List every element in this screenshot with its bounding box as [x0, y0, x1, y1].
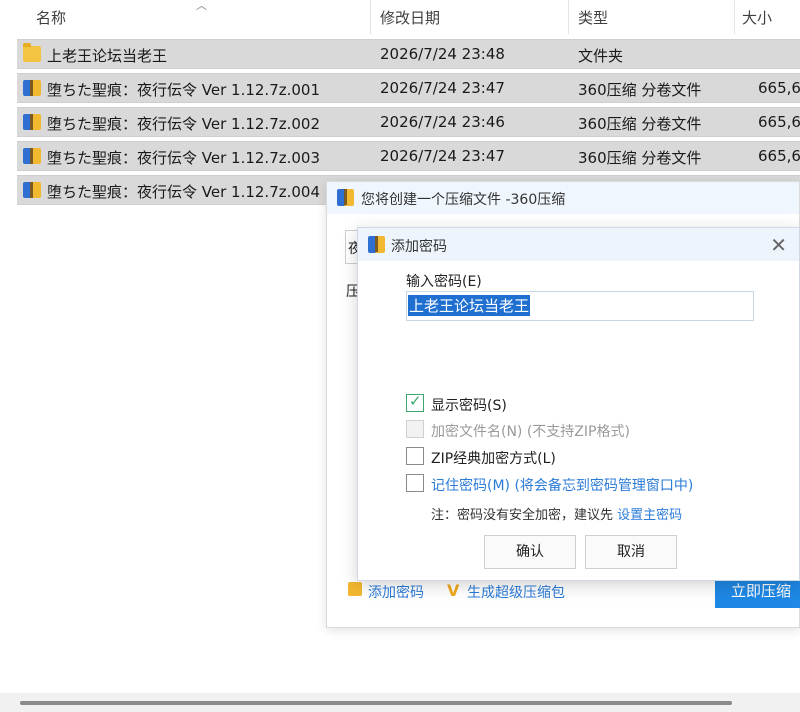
column-header-name[interactable]: 名称: [36, 7, 66, 28]
zip-classic-checkbox[interactable]: [406, 447, 424, 465]
security-note: 注：密码没有安全加密，建议先 设置主密码: [431, 504, 682, 523]
file-row[interactable]: 堕ちた聖痕：夜行伝令 Ver 1.12.7z.002 2026/7/24 23:…: [17, 107, 800, 137]
file-type: 360压缩 分卷文件: [578, 115, 702, 133]
close-icon[interactable]: ✕: [770, 233, 787, 257]
show-password-label[interactable]: 显示密码(S): [431, 395, 507, 415]
folder-icon: [23, 43, 41, 62]
file-row[interactable]: 堕ちた聖痕：夜行伝令 Ver 1.12.7z.003 2026/7/24 23:…: [17, 141, 800, 171]
360zip-logo-icon: [337, 189, 354, 206]
column-header-type[interactable]: 类型: [578, 7, 608, 28]
show-password-checkbox[interactable]: [406, 392, 424, 412]
file-name: 堕ちた聖痕：夜行伝令 Ver 1.12.7z.003: [47, 149, 321, 167]
password-input[interactable]: 上老王论坛当老王: [406, 291, 754, 321]
dialog-title: 添加密码: [391, 239, 447, 255]
encrypt-filenames-label: 加密文件名(N) (不支持ZIP格式): [431, 424, 630, 440]
sort-ascending-icon: ︿: [196, 0, 207, 12]
file-row[interactable]: 上老王论坛当老王 2026/7/24 23:48 文件夹: [17, 39, 800, 69]
archive-icon: [23, 80, 41, 96]
file-modified: 2026/7/24 23:46: [380, 113, 505, 131]
file-type: 文件夹: [578, 47, 624, 65]
file-modified: 2026/7/24 23:47: [380, 147, 505, 165]
add-password-link[interactable]: 添加密码: [368, 582, 424, 602]
file-type: 360压缩 分卷文件: [578, 149, 702, 167]
column-header-modified[interactable]: 修改日期: [380, 7, 440, 28]
column-header-size[interactable]: 大小: [742, 7, 772, 28]
remember-password-checkbox[interactable]: [406, 474, 424, 492]
file-size: 665,60: [758, 147, 800, 165]
file-modified: 2026/7/24 23:48: [380, 45, 505, 63]
security-note-text: 注：密码没有安全加密，建议先: [431, 508, 614, 523]
file-name: 上老王论坛当老王: [47, 47, 168, 65]
file-name: 堕ちた聖痕：夜行伝令 Ver 1.12.7z.004: [47, 183, 321, 201]
scrollbar-thumb[interactable]: [20, 701, 732, 705]
password-value: 上老王论坛当老王: [408, 295, 531, 316]
archive-icon: [23, 182, 41, 198]
archive-icon: [23, 148, 41, 164]
super-package-icon: V: [447, 581, 460, 600]
file-size: 665,60: [758, 113, 800, 131]
password-input-label: 输入密码(E): [406, 274, 482, 290]
360zip-logo-icon: [368, 236, 385, 253]
remember-password-label[interactable]: 记住密码(M) (将会备忘到密码管理窗口中): [431, 475, 693, 495]
add-password-dialog: 添加密码 ✕ 输入密码(E) 上老王论坛当老王 显示密码(S) 加密文件名(N)…: [357, 227, 800, 581]
dialog-titlebar[interactable]: 添加密码 ✕: [358, 228, 799, 261]
super-package-link[interactable]: 生成超级压缩包: [467, 582, 565, 602]
horizontal-scrollbar[interactable]: [0, 693, 800, 712]
column-divider[interactable]: [568, 0, 569, 34]
file-modified: 2026/7/24 23:47: [380, 79, 505, 97]
compress-window-titlebar[interactable]: 您将创建一个压缩文件 -360压缩: [327, 182, 799, 214]
file-name: 堕ちた聖痕：夜行伝令 Ver 1.12.7z.002: [47, 115, 321, 133]
column-header-bar: ︿ 名称 修改日期 类型 大小: [0, 0, 800, 34]
file-size: 665,60: [758, 79, 800, 97]
compress-window-title: 您将创建一个压缩文件 -360压缩: [361, 192, 566, 208]
column-divider[interactable]: [370, 0, 371, 34]
archive-icon: [23, 114, 41, 130]
encrypt-filenames-checkbox[interactable]: [406, 420, 424, 438]
cancel-button[interactable]: 取消: [585, 535, 677, 569]
file-name: 堕ちた聖痕：夜行伝令 Ver 1.12.7z.001: [47, 81, 321, 99]
zip-classic-label[interactable]: ZIP经典加密方式(L): [431, 448, 556, 468]
file-type: 360压缩 分卷文件: [578, 81, 702, 99]
column-divider[interactable]: [734, 0, 735, 34]
set-master-password-link[interactable]: 设置主密码: [617, 508, 682, 523]
ok-button[interactable]: 确认: [484, 535, 576, 569]
lock-icon: [348, 582, 362, 596]
file-row[interactable]: 堕ちた聖痕：夜行伝令 Ver 1.12.7z.001 2026/7/24 23:…: [17, 73, 800, 103]
